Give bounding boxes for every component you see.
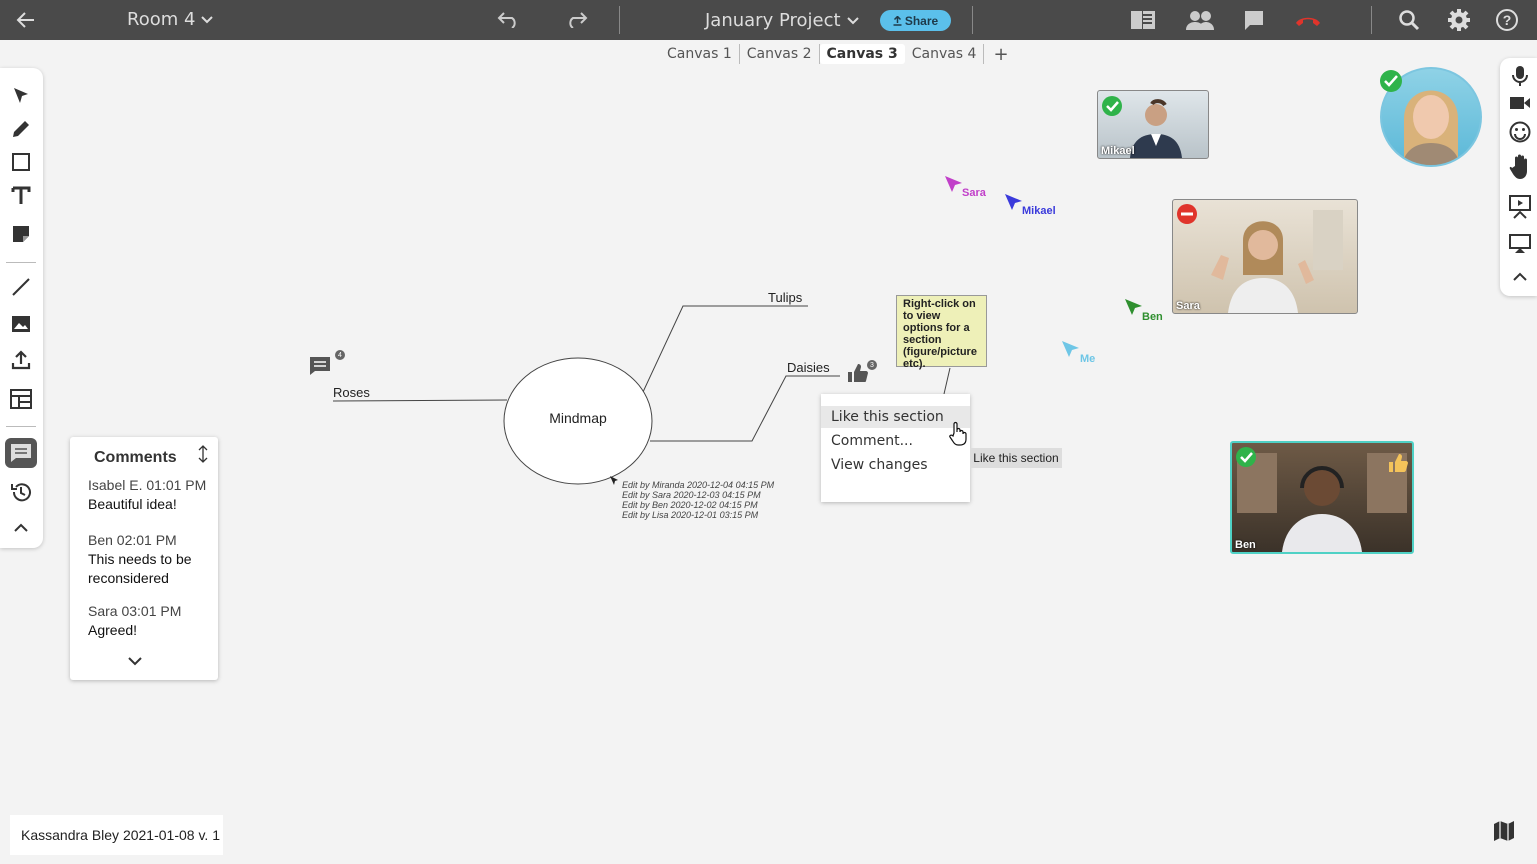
comments-panel: Comments Isabel E. 01:01 PM Beautiful id… <box>70 437 218 680</box>
map-icon[interactable] <box>1493 820 1515 842</box>
edit-entry: Edit by Lisa 2020-12-01 03:15 PM <box>622 510 759 520</box>
video-name-label: Sara <box>1176 300 1200 312</box>
mindmap-center-label[interactable]: Mindmap <box>504 410 652 426</box>
context-menu: Like this section Comment... View change… <box>821 394 970 502</box>
cursor-label-ben: Ben <box>1142 311 1163 323</box>
cursor-label-sara: Sara <box>962 187 986 199</box>
hand-cursor-icon <box>949 421 967 446</box>
thumbs-up-reaction-icon <box>1389 454 1408 472</box>
edit-entry: Edit by Sara 2020-12-03 04:15 PM <box>622 490 761 500</box>
chevron-down-icon[interactable] <box>128 656 142 666</box>
comment-count: 4 <box>335 350 345 360</box>
edit-entry: Edit by Ben 2020-12-02 04:15 PM <box>622 500 758 510</box>
video-tile-sara[interactable]: Sara <box>1172 199 1358 314</box>
document-version-label: Kassandra Bley 2021-01-08 v. 1 <box>10 815 223 855</box>
mindmap-connectors <box>332 305 951 485</box>
thumbs-up-icon <box>848 364 868 382</box>
check-status-icon <box>1102 96 1122 116</box>
like-badge[interactable]: 3 <box>847 360 877 385</box>
cursor-label-me: Me <box>1080 353 1096 365</box>
node-roses[interactable]: Roses <box>333 385 370 400</box>
node-daisies[interactable]: Daisies <box>787 360 830 375</box>
comment-text: Beautiful idea! <box>88 496 177 512</box>
cursor-arrow-icon <box>945 176 962 192</box>
node-tulips[interactable]: Tulips <box>768 290 802 305</box>
menu-item-view-changes[interactable]: View changes <box>821 454 970 476</box>
video-name-label: Ben <box>1235 539 1256 551</box>
comment-icon <box>310 357 330 375</box>
cursor-label-mikael: Mikael <box>1022 205 1056 217</box>
video-name-label: Mikael <box>1101 145 1135 157</box>
video-tile-mikael[interactable]: Mikael <box>1097 90 1209 159</box>
comment-text: Agreed! <box>88 622 138 638</box>
resize-vertical-icon[interactable] <box>197 445 209 463</box>
cursor-arrow-icon <box>1062 341 1079 357</box>
check-status-icon <box>1236 447 1256 467</box>
edit-entry: Edit by Miranda 2020-12-04 04:15 PM <box>622 480 775 490</box>
comment-meta: Isabel E. 01:01 PM <box>88 477 207 493</box>
comment-meta: Ben 02:01 PM <box>88 532 177 548</box>
sticky-note[interactable]: Right-click on to view options for a sec… <box>896 295 987 370</box>
like-count: 3 <box>867 360 877 370</box>
tooltip: Like this section <box>970 448 1062 468</box>
small-cursor-icon <box>610 476 618 485</box>
cursor-arrow-icon <box>1005 194 1022 210</box>
comment-badge[interactable]: 4 <box>309 350 345 378</box>
cursor-arrow-icon <box>1125 299 1142 315</box>
video-tile-ben[interactable]: Ben <box>1230 441 1414 554</box>
comment-text: This needs to be reconsidered <box>88 551 192 586</box>
busy-status-icon <box>1177 204 1197 224</box>
comment-meta: Sara 03:01 PM <box>88 603 182 619</box>
person-silhouette-icon <box>1211 210 1343 313</box>
comments-title: Comments <box>94 449 177 466</box>
person-silhouette-icon <box>1237 453 1407 552</box>
check-status-icon <box>1380 70 1402 92</box>
edit-history: Edit by Miranda 2020-12-04 04:15 PM Edit… <box>622 480 774 520</box>
